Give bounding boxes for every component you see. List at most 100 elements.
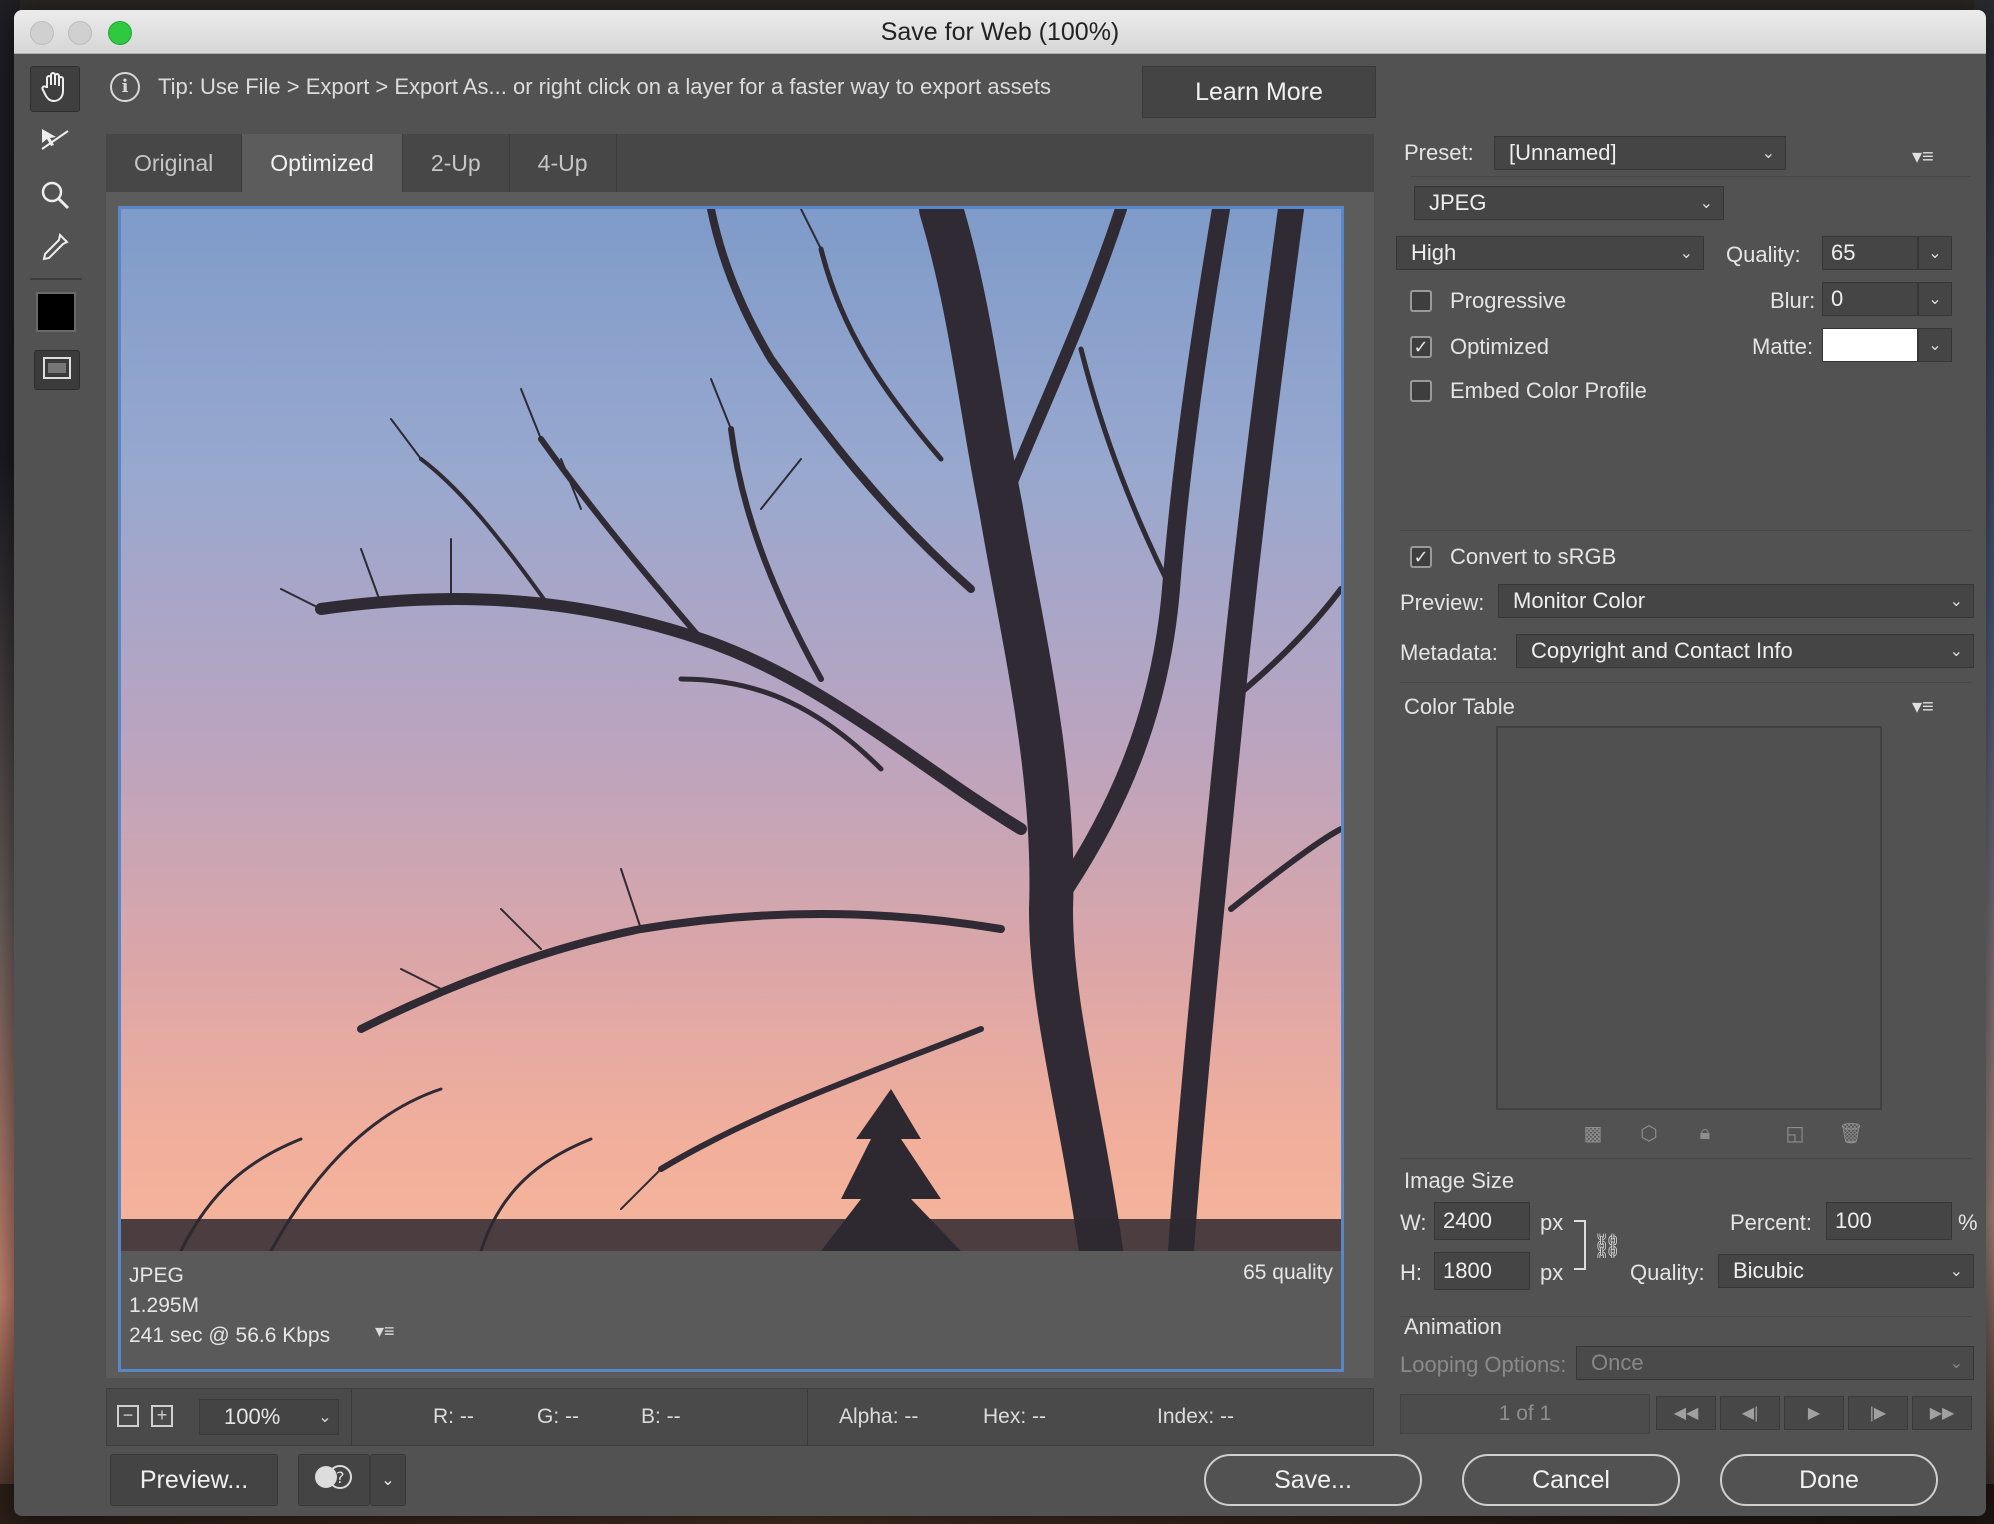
settings-menu-button[interactable]: ▾≡	[1912, 144, 1934, 169]
blur-field[interactable]: 0	[1822, 282, 1918, 316]
panel-menu-icon: ▾≡	[1912, 146, 1934, 168]
frame-counter: 1 of 1	[1400, 1394, 1650, 1434]
quality-slider-caret[interactable]: ⌄	[1918, 236, 1952, 270]
add-color-button[interactable]: ◱	[1782, 1120, 1808, 1146]
height-unit: px	[1540, 1260, 1564, 1285]
last-frame-button[interactable]: ▶▶	[1912, 1396, 1972, 1430]
metadata-dropdown[interactable]: Copyright and Contact Info ⌄	[1516, 634, 1974, 668]
link-bracket	[1574, 1220, 1586, 1270]
red-value: R: --	[433, 1405, 474, 1428]
lock-icon: 🔒︎	[1699, 1121, 1711, 1144]
color-table-menu-button[interactable]: ▾≡	[1912, 694, 1934, 719]
zoom-in-button[interactable]: +	[151, 1405, 173, 1427]
height-field[interactable]: 1800	[1434, 1252, 1530, 1290]
matte-color-swatch[interactable]	[1822, 328, 1918, 362]
preview-file-info: JPEG 1.295M 241 sec @ 56.6 Kbps	[129, 1261, 330, 1351]
preview-color-dropdown[interactable]: Monitor Color ⌄	[1498, 584, 1974, 618]
browser-select-caret[interactable]: ⌄	[370, 1454, 406, 1506]
resample-quality-value: Bicubic	[1733, 1258, 1804, 1283]
done-button[interactable]: Done	[1720, 1454, 1938, 1506]
green-value: G: --	[537, 1405, 579, 1428]
animation-controls: ◀◀ ◀| ▶ |▶ ▶▶	[1656, 1396, 1972, 1432]
cancel-button[interactable]: Cancel	[1462, 1454, 1680, 1506]
quality-field[interactable]: 65	[1822, 236, 1918, 270]
tab-optimized[interactable]: Optimized	[242, 134, 403, 192]
preview-download-time: 241 sec @ 56.6 Kbps	[129, 1324, 331, 1347]
browser-preview-button[interactable]: ?	[298, 1454, 370, 1506]
hand-tool[interactable]	[30, 66, 80, 112]
eyedropper-color-swatch[interactable]	[36, 292, 76, 332]
resample-quality-dropdown[interactable]: Bicubic ⌄	[1718, 1254, 1974, 1288]
first-frame-button[interactable]: ◀◀	[1656, 1396, 1716, 1430]
convert-srgb-label: Convert to sRGB	[1450, 544, 1617, 569]
chevron-down-icon: ⌄	[1928, 337, 1942, 354]
compression-quality-dropdown[interactable]: High ⌄	[1396, 236, 1704, 270]
chain-link-icon: ⛓︎	[1592, 1233, 1623, 1260]
trash-icon: 🗑︎	[1838, 1122, 1864, 1145]
quality-label: Quality:	[1726, 242, 1801, 267]
play-icon: ▶	[1807, 1405, 1821, 1422]
previous-frame-button[interactable]: ◀|	[1720, 1396, 1780, 1430]
zoom-tool[interactable]	[30, 174, 80, 220]
tab-2-up[interactable]: 2-Up	[402, 134, 510, 192]
zoom-dropdown-caret[interactable]: ⌄	[311, 1399, 339, 1435]
status-bar: − + 100% ⌄ R: -- G: -- B: -- Alpha: -- H…	[106, 1388, 1374, 1446]
transparency-icon: ▩	[1583, 1122, 1603, 1145]
matte-dropdown-caret[interactable]: ⌄	[1918, 328, 1952, 362]
color-table-title: Color Table	[1404, 694, 1515, 719]
eyedropper-tool[interactable]	[30, 226, 80, 272]
delete-color-button[interactable]: 🗑︎	[1838, 1120, 1864, 1146]
preset-value: [Unnamed]	[1509, 140, 1617, 165]
optimized-preview-pane[interactable]: JPEG 1.295M 241 sec @ 56.6 Kbps ▾≡ 65 qu…	[118, 206, 1344, 1372]
metadata-label: Metadata:	[1400, 640, 1498, 665]
color-table-grid[interactable]	[1496, 726, 1882, 1110]
play-button[interactable]: ▶	[1784, 1396, 1844, 1430]
embed-color-profile-checkbox[interactable]	[1410, 380, 1432, 402]
map-transparent-button[interactable]: ▩	[1580, 1120, 1606, 1146]
chevron-down-icon: ⌄	[1928, 291, 1942, 308]
looping-options-label: Looping Options:	[1400, 1352, 1567, 1377]
next-frame-button[interactable]: |▶	[1848, 1396, 1908, 1430]
image-preview[interactable]	[121, 209, 1341, 1251]
web-shift-button[interactable]: ⬡	[1636, 1120, 1662, 1146]
chevron-down-icon: ⌄	[318, 1409, 332, 1426]
compression-value: High	[1411, 240, 1457, 265]
index-value: Index: --	[1157, 1405, 1235, 1428]
tab-4-up[interactable]: 4-Up	[509, 134, 617, 192]
hand-icon	[40, 71, 70, 108]
new-color-icon: ◱	[1785, 1122, 1805, 1145]
divider	[1410, 176, 1970, 177]
preset-dropdown[interactable]: [Unnamed] ⌄	[1494, 136, 1786, 170]
file-format-dropdown[interactable]: JPEG ⌄	[1414, 186, 1724, 220]
progressive-checkbox[interactable]	[1410, 290, 1432, 312]
embed-color-profile-label: Embed Color Profile	[1450, 378, 1647, 403]
toggle-slices-visibility-button[interactable]	[34, 350, 80, 390]
title-bar: Save for Web (100%)	[14, 10, 1986, 54]
chevron-down-icon: ⌄	[1949, 1263, 1963, 1280]
preview-info-menu-button[interactable]: ▾≡	[375, 1321, 395, 1342]
slice-select-tool[interactable]	[30, 118, 80, 164]
blur-slider-caret[interactable]: ⌄	[1918, 282, 1952, 316]
width-unit: px	[1540, 1210, 1564, 1235]
status-separator	[351, 1389, 352, 1445]
browser-icon: ?	[312, 1462, 356, 1499]
lock-color-button[interactable]: 🔒︎	[1692, 1120, 1718, 1146]
percent-field[interactable]: 100	[1826, 1202, 1952, 1240]
optimized-label: Optimized	[1450, 334, 1550, 359]
status-separator	[807, 1389, 808, 1445]
blue-value: B: --	[641, 1405, 681, 1428]
learn-more-button[interactable]: Learn More	[1142, 66, 1376, 118]
looping-options-dropdown[interactable]: Once ⌄	[1576, 1346, 1974, 1380]
zoom-out-button[interactable]: −	[117, 1405, 139, 1427]
svg-text:?: ?	[336, 1468, 345, 1487]
blur-label: Blur:	[1770, 288, 1816, 313]
save-button[interactable]: Save...	[1204, 1454, 1422, 1506]
convert-srgb-checkbox[interactable]: ✓	[1410, 546, 1432, 568]
tab-original[interactable]: Original	[106, 134, 243, 192]
width-field[interactable]: 2400	[1434, 1202, 1530, 1240]
checkmark-icon: ✓	[1413, 547, 1429, 567]
preview-button[interactable]: Preview...	[110, 1454, 278, 1506]
chevron-down-icon: ⌄	[1949, 593, 1963, 610]
constrain-proportions-button[interactable]: ⛓︎	[1592, 1232, 1622, 1261]
optimized-checkbox[interactable]: ✓	[1410, 336, 1432, 358]
